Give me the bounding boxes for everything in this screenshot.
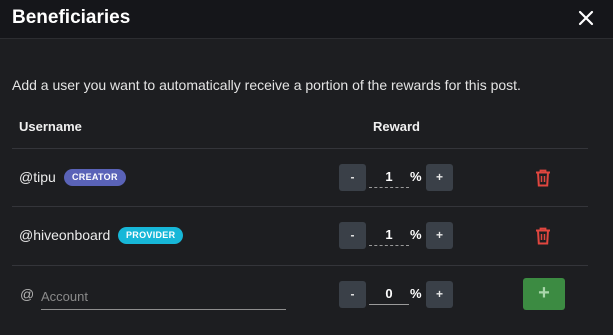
increase-reward-button[interactable]: + xyxy=(426,281,453,308)
close-icon[interactable] xyxy=(577,9,595,27)
reward-value[interactable]: 1 xyxy=(369,227,409,246)
percent-sign: % xyxy=(410,227,422,242)
add-beneficiary-button[interactable]: + xyxy=(523,278,565,310)
decrease-reward-button[interactable]: - xyxy=(339,222,366,249)
reward-value[interactable]: 0 xyxy=(369,286,409,305)
beneficiary-username: @hiveonboard xyxy=(19,227,111,243)
column-header-username: Username xyxy=(19,119,82,134)
dialog-header: Beneficiaries xyxy=(0,0,613,39)
trash-icon[interactable] xyxy=(535,169,551,187)
creator-badge: CREATOR xyxy=(64,169,126,186)
decrease-reward-button[interactable]: - xyxy=(339,164,366,191)
dialog-title: Beneficiaries xyxy=(12,7,131,28)
column-header-reward: Reward xyxy=(373,119,420,134)
decrease-reward-button[interactable]: - xyxy=(339,281,366,308)
increase-reward-button[interactable]: + xyxy=(426,222,453,249)
account-input[interactable] xyxy=(41,283,286,310)
beneficiary-row: @tipu CREATOR - 1 % + xyxy=(0,149,613,207)
increase-reward-button[interactable]: + xyxy=(426,164,453,191)
reward-value[interactable]: 1 xyxy=(369,169,409,188)
percent-sign: % xyxy=(410,169,422,184)
at-icon: @ xyxy=(20,286,35,302)
beneficiary-username: @tipu xyxy=(19,169,56,185)
trash-icon[interactable] xyxy=(535,227,551,245)
beneficiary-row: @hiveonboard PROVIDER - 1 % + xyxy=(0,207,613,265)
dialog-description: Add a user you want to automatically rec… xyxy=(12,77,521,93)
percent-sign: % xyxy=(410,286,422,301)
new-beneficiary-row: @ - 0 % + + xyxy=(0,266,613,324)
provider-badge: PROVIDER xyxy=(118,227,184,244)
